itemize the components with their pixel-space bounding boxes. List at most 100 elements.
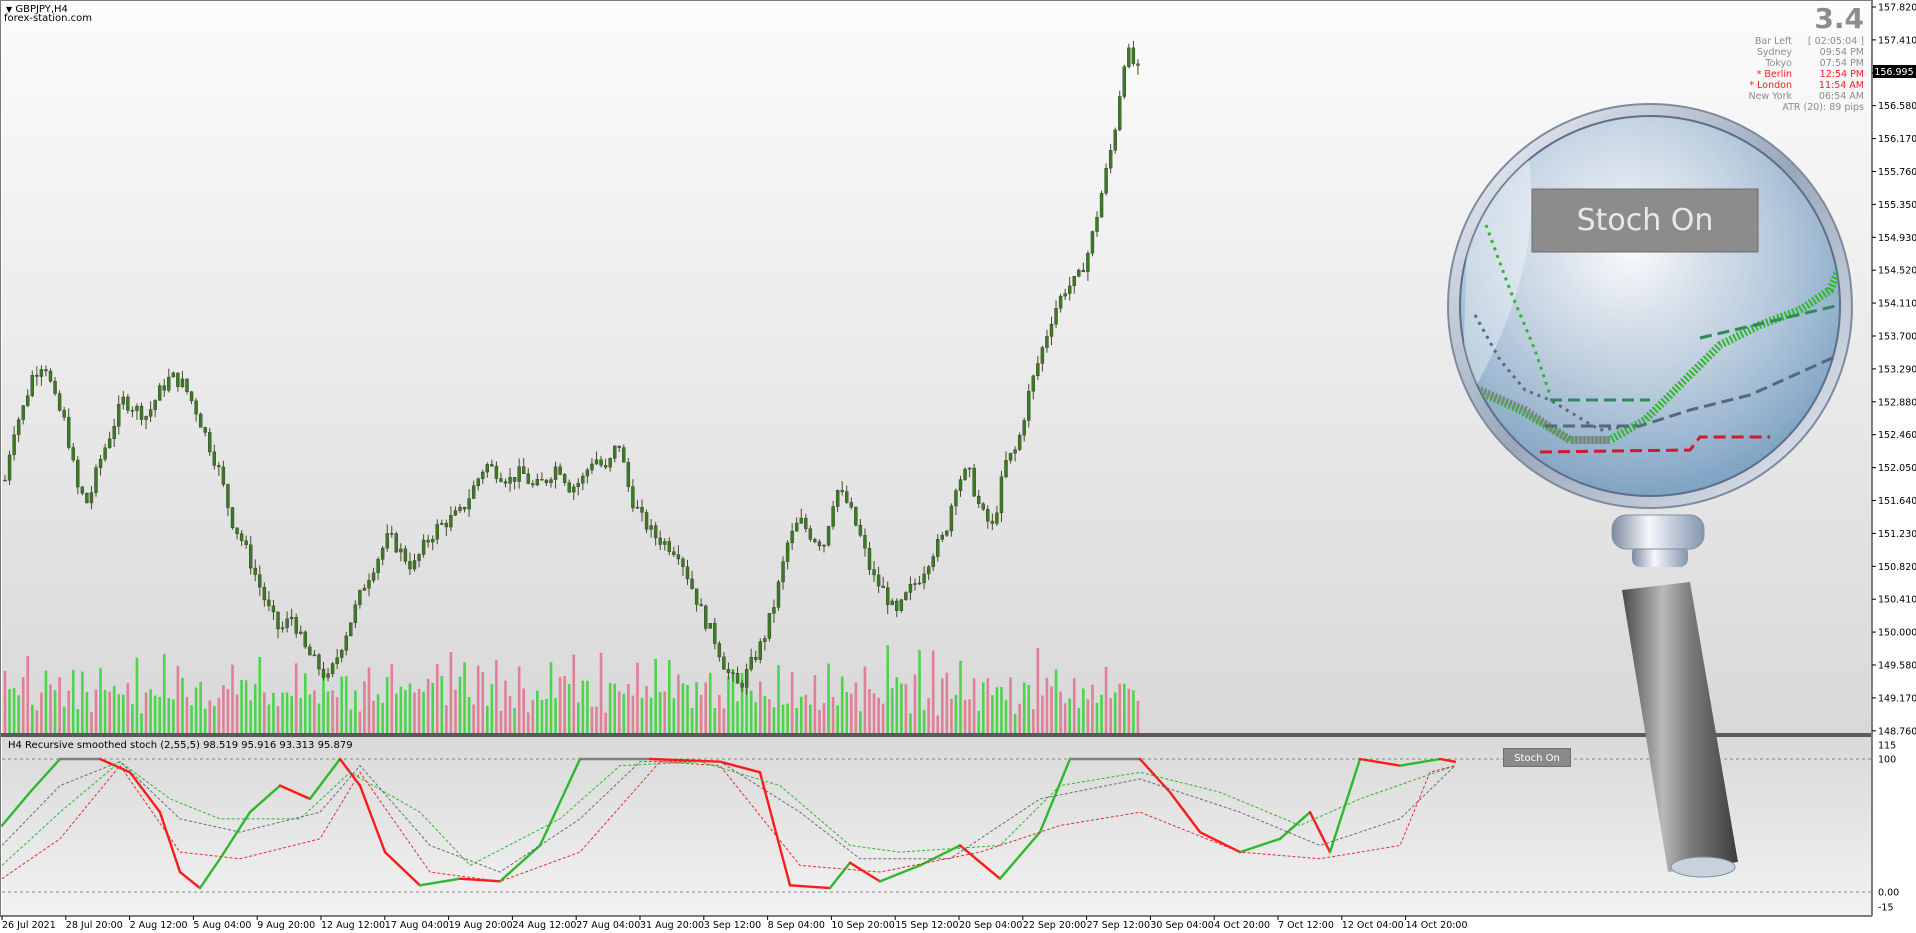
price-label: 156.170 — [1878, 134, 1916, 145]
candle-body — [572, 486, 576, 493]
candle-body — [813, 539, 817, 543]
time-label: 10 Sep 20:00 — [831, 920, 894, 931]
volume-bar — [108, 691, 111, 733]
candle-body — [403, 548, 408, 562]
volume-bar — [185, 696, 189, 733]
volume-bar — [972, 678, 976, 733]
candle-body — [1108, 150, 1113, 169]
volume-bar — [181, 677, 184, 733]
candle-body — [917, 582, 922, 585]
price-label: 150.820 — [1878, 562, 1916, 573]
volume-bar — [122, 694, 125, 733]
candle-body — [258, 574, 262, 588]
time-label: 27 Aug 04:00 — [576, 920, 640, 931]
candle-body — [217, 465, 221, 468]
volume-bar — [467, 697, 471, 733]
volume-bar — [481, 672, 485, 733]
candle-body — [544, 479, 549, 484]
candle-body — [631, 486, 635, 509]
volume-bar — [331, 690, 334, 733]
candle-body — [790, 530, 794, 544]
candle-body — [276, 611, 280, 630]
volume-bar — [863, 666, 867, 733]
volume-bar — [845, 692, 849, 733]
candle-body — [481, 471, 485, 480]
volume-bar — [213, 706, 216, 733]
time-label: 3 Sep 12:00 — [704, 920, 761, 931]
candle-body — [208, 432, 212, 453]
candle-body — [603, 465, 608, 468]
volume-bar — [31, 704, 34, 733]
candle-body — [1136, 63, 1140, 66]
candle-body — [490, 464, 494, 467]
volume-bar — [549, 662, 553, 733]
volume-bar — [818, 710, 821, 733]
volume-bar — [103, 689, 107, 733]
candle-body — [1031, 375, 1036, 392]
candle-body — [663, 541, 667, 545]
candle-body — [653, 525, 658, 539]
candle-body — [503, 481, 508, 484]
volume-bar — [581, 680, 585, 733]
candle-body — [280, 627, 285, 630]
price-label: 151.230 — [1878, 529, 1916, 540]
clock-city: Bar Left — [1754, 36, 1792, 47]
candle-body — [349, 622, 353, 637]
candle-body — [221, 466, 226, 485]
volume-bar — [90, 712, 93, 733]
candle-body — [744, 669, 749, 688]
price-label: 157.410 — [1878, 35, 1916, 46]
candle-body — [253, 567, 257, 575]
price-label: 148.760 — [1878, 726, 1916, 737]
time-label: 19 Aug 20:00 — [449, 920, 513, 931]
volume-bar — [922, 710, 926, 733]
volume-bar — [950, 698, 953, 733]
volume-bar — [222, 685, 225, 733]
volume-bar — [472, 704, 475, 733]
candle-body — [826, 526, 831, 546]
candle-body — [704, 605, 708, 629]
chart-canvas[interactable]: 157.820157.410157.000156.580156.170155.7… — [0, 0, 1916, 933]
candle-body — [16, 419, 21, 435]
candle-body — [71, 447, 75, 461]
candle-body — [854, 506, 858, 526]
candle-body — [1081, 269, 1086, 273]
volume-bar — [1118, 683, 1122, 733]
volume-bar — [672, 698, 676, 733]
candle-body — [967, 467, 972, 470]
watermark: forex-station.com — [4, 13, 92, 24]
volume-bar — [900, 683, 903, 733]
candle-body — [321, 668, 326, 678]
volume-bar — [699, 694, 703, 733]
volume-bar — [44, 670, 48, 733]
volume-bar — [294, 663, 298, 733]
candle-body — [731, 672, 735, 674]
candle-body — [499, 478, 503, 482]
volume-bar — [645, 686, 648, 733]
volume-bar — [199, 681, 202, 733]
panel-separator[interactable] — [0, 733, 1872, 737]
volume-bar — [736, 701, 739, 733]
volume-bar — [381, 702, 384, 733]
candle-body — [3, 479, 7, 482]
volume-bar — [12, 688, 16, 733]
volume-bar — [290, 695, 293, 733]
clock-row: Bar Left [ 02:05:04 ] — [1712, 36, 1864, 47]
candle-body — [735, 673, 740, 684]
volume-bar — [231, 664, 234, 733]
indicator-window[interactable] — [2, 737, 1872, 915]
stoch-on-button[interactable]: Stoch On — [1503, 748, 1571, 767]
candle-body — [85, 492, 89, 504]
candle-body — [749, 657, 753, 670]
candle-body — [494, 465, 499, 479]
candle-body — [340, 650, 344, 658]
candle-body — [157, 385, 162, 401]
candle-body — [167, 376, 171, 391]
candle-body — [1118, 96, 1122, 131]
volume-bar — [654, 658, 657, 733]
price-label: 156.580 — [1878, 101, 1916, 112]
candle-body — [66, 417, 71, 448]
candle-body — [26, 395, 30, 406]
magnifier-handle-cap — [1670, 856, 1736, 878]
candle-body — [990, 520, 995, 524]
